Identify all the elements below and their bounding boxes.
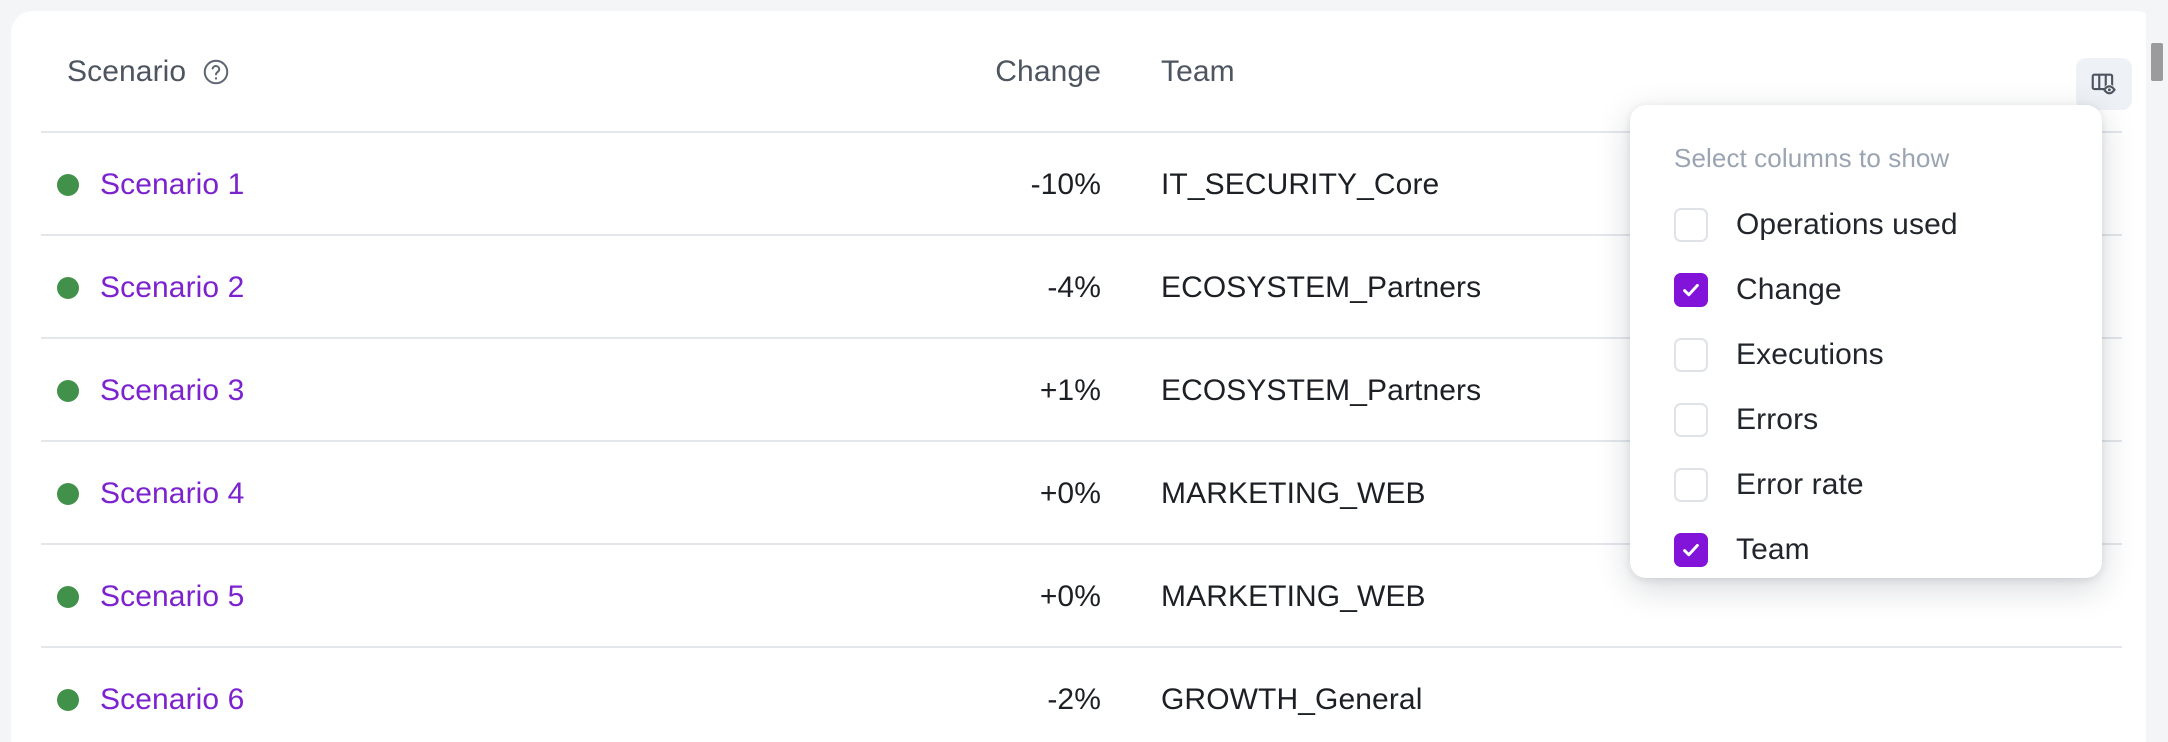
vertical-scrollbar-track[interactable] <box>2146 0 2168 742</box>
column-option-label: Errors <box>1736 402 1819 436</box>
status-dot-icon <box>57 173 79 196</box>
checkbox-icon[interactable] <box>1674 467 1708 502</box>
cell-change: -2% <box>751 648 1101 742</box>
column-option-executions[interactable]: Executions <box>1630 322 2102 387</box>
change-value: +1% <box>1039 373 1101 407</box>
page-root: Scenario Change Team Scenario 1 -10% IT_… <box>0 0 2168 742</box>
team-value: GROWTH_General <box>1161 682 1423 716</box>
scenario-link[interactable]: Scenario 5 <box>100 580 244 614</box>
change-value: -10% <box>1030 167 1101 201</box>
column-option-error-rate[interactable]: Error rate <box>1630 452 2102 517</box>
column-option-errors[interactable]: Errors <box>1630 387 2102 452</box>
change-value: +0% <box>1039 579 1101 613</box>
scenario-link[interactable]: Scenario 4 <box>100 477 244 511</box>
team-value: MARKETING_WEB <box>1161 476 1426 510</box>
team-value: ECOSYSTEM_Partners <box>1161 373 1482 407</box>
status-dot-icon <box>57 379 79 402</box>
change-value: -4% <box>1047 270 1101 304</box>
column-header-team-label: Team <box>1161 55 1235 88</box>
change-value: -2% <box>1047 682 1101 716</box>
status-dot-icon <box>57 585 79 608</box>
dropdown-title: Select columns to show <box>1674 143 1950 173</box>
checkbox-icon[interactable] <box>1674 337 1708 372</box>
column-option-change[interactable]: Change <box>1630 257 2102 322</box>
column-header-change-label: Change <box>995 55 1101 88</box>
column-visibility-button[interactable] <box>2076 58 2132 110</box>
column-selector-dropdown: Select columns to show Operations used Ch… <box>1630 105 2102 578</box>
scenario-link[interactable]: Scenario 3 <box>100 374 244 408</box>
cell-change: +1% <box>751 339 1101 442</box>
status-dot-icon <box>57 482 79 505</box>
cell-change: +0% <box>751 545 1101 648</box>
cell-change: -10% <box>751 133 1101 236</box>
column-option-label: Team <box>1736 532 1810 566</box>
table-row[interactable]: Scenario 6 -2% GROWTH_General <box>11 648 2158 742</box>
cell-scenario: Scenario 5 <box>41 545 244 648</box>
team-value: ECOSYSTEM_Partners <box>1161 270 1482 304</box>
column-option-operations-used[interactable]: Operations used <box>1630 192 2102 257</box>
scenario-link[interactable]: Scenario 6 <box>100 683 244 717</box>
cell-scenario: Scenario 4 <box>41 442 244 545</box>
column-option-label: Change <box>1736 272 1842 306</box>
cell-team: GROWTH_General <box>1161 648 1801 742</box>
cell-change: +0% <box>751 442 1101 545</box>
cell-scenario: Scenario 2 <box>41 236 244 339</box>
status-dot-icon <box>57 688 79 711</box>
cell-scenario: Scenario 6 <box>41 648 244 742</box>
vertical-scrollbar-thumb[interactable] <box>2151 43 2163 81</box>
column-header-scenario[interactable]: Scenario <box>67 11 231 133</box>
columns-visibility-icon <box>2089 69 2119 99</box>
column-option-team[interactable]: Team <box>1630 517 2102 582</box>
change-value: +0% <box>1039 476 1101 510</box>
scenario-link[interactable]: Scenario 1 <box>100 168 244 202</box>
column-header-change[interactable]: Change <box>751 11 1101 133</box>
column-option-label: Operations used <box>1736 207 1958 241</box>
cell-scenario: Scenario 3 <box>41 339 244 442</box>
cell-scenario: Scenario 1 <box>41 133 244 236</box>
team-value: MARKETING_WEB <box>1161 579 1426 613</box>
column-option-label: Error rate <box>1736 467 1864 501</box>
checkbox-icon[interactable] <box>1674 402 1708 437</box>
status-dot-icon <box>57 276 79 299</box>
scenario-link[interactable]: Scenario 2 <box>100 271 244 305</box>
checkbox-icon[interactable] <box>1674 532 1708 567</box>
column-header-scenario-label: Scenario <box>67 55 187 88</box>
help-circle-icon[interactable] <box>201 57 231 87</box>
checkbox-icon[interactable] <box>1674 207 1708 242</box>
checkbox-icon[interactable] <box>1674 272 1708 307</box>
team-value: IT_SECURITY_Core <box>1161 167 1440 201</box>
column-options-list: Operations used Change Executions Errors Err… <box>1630 192 2102 582</box>
column-option-label: Executions <box>1736 337 1884 371</box>
cell-change: -4% <box>751 236 1101 339</box>
